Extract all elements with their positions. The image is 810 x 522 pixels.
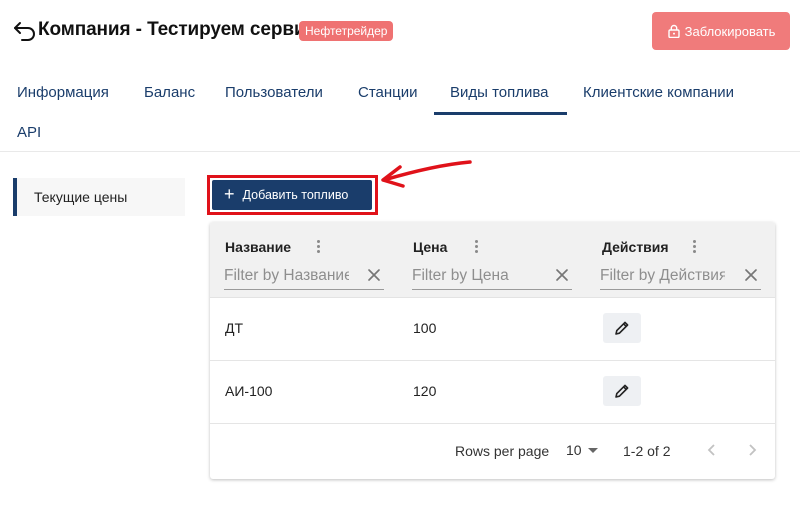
tab-balance[interactable]: Баланс <box>144 84 195 101</box>
rows-per-page-value: 10 <box>566 442 582 458</box>
plus-icon: + <box>224 184 235 204</box>
rows-per-page-select[interactable]: 10 <box>566 442 598 458</box>
filter-price <box>412 262 572 290</box>
edit-fuel-button[interactable] <box>603 313 641 343</box>
page-title: Компания - Тестируем сервис <box>38 19 316 40</box>
active-tab-indicator <box>434 112 567 115</box>
fuel-price-cell: 120 <box>413 383 437 399</box>
tab-users[interactable]: Пользователи <box>225 84 323 101</box>
page-header: Компания - Тестируем сервис Нефтетрейдер… <box>0 0 810 62</box>
column-header-name[interactable]: Название <box>225 239 291 255</box>
filter-actions-input[interactable] <box>600 265 725 287</box>
column-menu-icon[interactable] <box>315 238 321 256</box>
tab-client-companies[interactable]: Клиентские компании <box>583 84 734 101</box>
caret-down-icon <box>587 447 598 453</box>
edit-fuel-button[interactable] <box>603 376 641 406</box>
clear-filter-icon[interactable] <box>743 267 759 283</box>
filter-name <box>224 262 384 290</box>
add-fuel-label: Добавить топливо <box>242 188 349 202</box>
chevron-right-icon[interactable] <box>742 440 762 460</box>
fuel-price-cell: 100 <box>413 320 437 336</box>
rows-per-page-label: Rows per page <box>455 443 550 459</box>
filter-name-input[interactable] <box>224 265 349 287</box>
tab-fuel-types[interactable]: Виды топлива <box>450 84 549 101</box>
lock-icon <box>667 24 680 38</box>
pencil-icon <box>615 384 629 398</box>
company-type-badge: Нефтетрейдер <box>299 21 394 41</box>
lock-button-label: Заблокировать <box>684 23 776 39</box>
pagination-range: 1-2 of 2 <box>623 443 671 459</box>
fuel-name-cell: АИ-100 <box>225 383 273 399</box>
table-row: АИ-100 120 <box>210 361 775 424</box>
back-arrow-icon[interactable] <box>13 20 37 42</box>
add-fuel-button[interactable]: + Добавить топливо <box>212 180 372 210</box>
tab-stations[interactable]: Станции <box>358 84 418 101</box>
grid-header: Название Цена Действия <box>210 222 775 298</box>
sidebar-item-label: Текущие цены <box>34 189 128 205</box>
filter-price-input[interactable] <box>412 265 537 287</box>
column-header-price[interactable]: Цена <box>413 239 447 255</box>
lock-company-button[interactable]: Заблокировать <box>652 12 790 50</box>
filter-actions <box>600 262 761 290</box>
clear-filter-icon[interactable] <box>366 267 382 283</box>
fuel-data-grid: Название Цена Действия ДТ 100 АИ-100 120 <box>210 222 775 479</box>
tab-bar: Информация Баланс Пользователи Станции В… <box>0 72 800 152</box>
annotation-arrow-icon <box>381 160 472 188</box>
sidebar-item-current-prices[interactable]: Текущие цены <box>13 178 185 216</box>
column-menu-icon[interactable] <box>473 238 479 256</box>
column-header-actions[interactable]: Действия <box>602 239 669 255</box>
tab-api[interactable]: API <box>17 124 41 141</box>
clear-filter-icon[interactable] <box>554 267 570 283</box>
column-menu-icon[interactable] <box>691 238 697 256</box>
table-row: ДТ 100 <box>210 298 775 361</box>
tab-info[interactable]: Информация <box>17 84 109 101</box>
pencil-icon <box>615 321 629 335</box>
chevron-left-icon[interactable] <box>702 440 722 460</box>
fuel-name-cell: ДТ <box>225 320 244 336</box>
grid-pagination: Rows per page 10 1-2 of 2 <box>210 424 775 478</box>
